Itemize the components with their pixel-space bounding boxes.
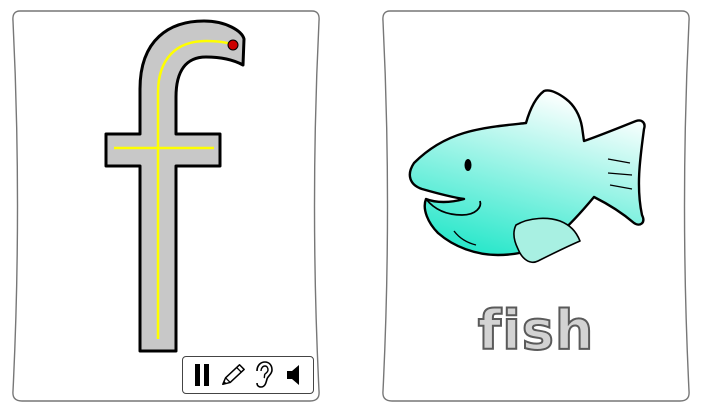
pause-button[interactable]: [189, 361, 215, 389]
speaker-button[interactable]: [281, 361, 307, 389]
tracing-letter[interactable]: [10, 9, 322, 403]
pencil-icon: [221, 364, 245, 386]
word-label: fish: [477, 299, 595, 362]
speaker-icon: [286, 365, 299, 385]
toolbar: [182, 356, 314, 394]
ear-icon: [256, 361, 274, 388]
fish-eye: [464, 159, 472, 171]
letter-card: [10, 9, 322, 403]
start-dot: [227, 39, 239, 51]
listen-button[interactable]: [250, 361, 276, 389]
letter-f-shape: [104, 19, 246, 353]
pencil-button[interactable]: [220, 361, 246, 389]
word-card: fish: [380, 9, 692, 403]
pause-icon: [195, 364, 210, 386]
